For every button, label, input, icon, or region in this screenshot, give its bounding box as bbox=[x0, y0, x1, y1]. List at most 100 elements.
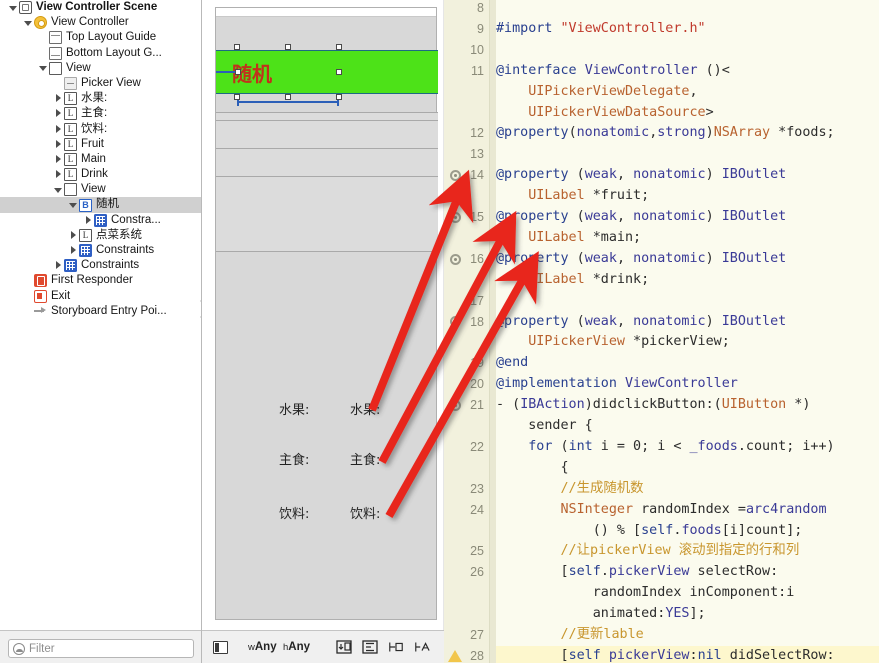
canvas-label-main-title[interactable]: 主食: bbox=[279, 449, 309, 468]
resolve-issues-icon[interactable] bbox=[414, 640, 430, 654]
code-line[interactable]: 19 @end bbox=[444, 353, 879, 374]
code-line[interactable]: UIPickerViewDelegate, bbox=[444, 82, 879, 103]
chevron-down-icon[interactable] bbox=[53, 184, 64, 195]
status-bar-strip bbox=[216, 8, 436, 17]
embed-in-icon[interactable] bbox=[336, 640, 352, 654]
outline-row[interactable]: L 点菜系统 bbox=[0, 228, 201, 243]
outline-row[interactable]: Constra... bbox=[0, 213, 201, 228]
code-token: , bbox=[616, 250, 634, 266]
stack-align-icon[interactable] bbox=[362, 640, 378, 654]
outline-row[interactable]: L Fruit bbox=[0, 137, 201, 152]
code-line[interactable]: () % [self.foods[i]count]; bbox=[444, 521, 879, 542]
code-text: //更新lable bbox=[496, 625, 879, 646]
chevron-down-icon[interactable] bbox=[23, 17, 34, 28]
code-line[interactable]: UIPickerView *pickerView; bbox=[444, 332, 879, 353]
code-line[interactable]: 11 @interface ViewController ()< bbox=[444, 61, 879, 82]
outline-row[interactable]: Picker View bbox=[0, 76, 201, 91]
code-line[interactable]: UIPickerViewDataSource> bbox=[444, 103, 879, 124]
outline-row[interactable]: B 随机 bbox=[0, 197, 201, 213]
code-line[interactable]: 24 NSInteger randomIndex =arc4random bbox=[444, 500, 879, 521]
interface-builder-canvas[interactable]: 随机 水果: 水果: 主食: 主食: 饮料: 饮料: wAny hAny bbox=[202, 0, 444, 663]
selection-handle[interactable] bbox=[234, 44, 240, 50]
picker-view[interactable] bbox=[216, 112, 438, 252]
outline-row[interactable]: Constraints bbox=[0, 243, 201, 258]
code-line[interactable]: 28 [self pickerView:nil didSelectRow: bbox=[444, 646, 879, 663]
chevron-right-icon[interactable] bbox=[68, 230, 79, 241]
canvas-label-fruit-value[interactable]: 水果: bbox=[350, 399, 380, 418]
code-line[interactable]: 20 @implementation ViewController bbox=[444, 374, 879, 395]
chevron-right-icon[interactable] bbox=[53, 139, 64, 150]
chevron-right-icon[interactable] bbox=[53, 93, 64, 104]
code-line[interactable]: 27 //更新lable bbox=[444, 625, 879, 646]
code-line[interactable]: 16 @property (weak, nonatomic) IBOutlet bbox=[444, 249, 879, 270]
canvas-label-drink-title[interactable]: 饮料: bbox=[279, 503, 309, 522]
chevron-down-icon[interactable] bbox=[8, 2, 19, 13]
filter-input[interactable]: Filter bbox=[8, 639, 194, 658]
outline-row[interactable]: View bbox=[0, 61, 201, 76]
selection-handle[interactable] bbox=[234, 94, 240, 100]
chevron-right-icon[interactable] bbox=[53, 169, 64, 180]
code-line[interactable]: UILabel *drink; bbox=[444, 270, 879, 291]
code-line[interactable]: sender { bbox=[444, 416, 879, 437]
outline-row[interactable]: View Controller bbox=[0, 15, 201, 30]
outline-tree[interactable]: View Controller Scene View Controller Top … bbox=[0, 0, 201, 630]
random-button[interactable]: 随机 bbox=[216, 50, 438, 94]
outline-row[interactable]: Constraints bbox=[0, 258, 201, 273]
outline-row[interactable]: L Drink bbox=[0, 167, 201, 182]
outline-row[interactable]: Storyboard Entry Poi... bbox=[0, 304, 201, 319]
outline-row[interactable]: L 水果: bbox=[0, 91, 201, 106]
size-class-indicator[interactable]: wAny hAny bbox=[248, 641, 310, 653]
pin-icon[interactable] bbox=[388, 640, 404, 654]
outline-row[interactable]: View Controller Scene bbox=[0, 0, 201, 15]
outline-row[interactable]: Exit bbox=[0, 289, 201, 304]
code-line[interactable]: 25 //让pickerView 滚动到指定的行和列 bbox=[444, 541, 879, 562]
code-line[interactable]: 18 @property (weak, nonatomic) IBOutlet bbox=[444, 312, 879, 333]
outline-row[interactable]: L 饮料: bbox=[0, 122, 201, 137]
chevron-right-icon[interactable] bbox=[53, 260, 64, 271]
code-editor[interactable]: 8 9 #import "ViewController.h" 10 11 @interfa… bbox=[444, 0, 879, 663]
code-line[interactable]: 8 bbox=[444, 0, 879, 19]
code-line[interactable]: UILabel *main; bbox=[444, 228, 879, 249]
code-line[interactable]: randomIndex inComponent:i bbox=[444, 583, 879, 604]
chevron-right-icon[interactable] bbox=[68, 245, 79, 256]
code-line[interactable]: UILabel *fruit; bbox=[444, 186, 879, 207]
code-line[interactable]: 26 [self.pickerView selectRow: bbox=[444, 562, 879, 583]
view-as-device-icon[interactable] bbox=[213, 640, 228, 654]
canvas-label-drink-value[interactable]: 饮料: bbox=[350, 503, 380, 522]
code-line[interactable]: 14 @property (weak, nonatomic) IBOutlet bbox=[444, 165, 879, 186]
outline-row[interactable]: First Responder bbox=[0, 273, 201, 288]
outline-row[interactable]: Top Layout Guide bbox=[0, 30, 201, 45]
selection-handle[interactable] bbox=[336, 94, 342, 100]
code-line[interactable]: animated:YES]; bbox=[444, 604, 879, 625]
selection-handle[interactable] bbox=[285, 94, 291, 100]
code-line[interactable]: 9 #import "ViewController.h" bbox=[444, 19, 879, 40]
outline-row[interactable]: View bbox=[0, 182, 201, 197]
selection-handle[interactable] bbox=[336, 44, 342, 50]
canvas-label-fruit-title[interactable]: 水果: bbox=[279, 399, 309, 418]
code-line[interactable]: 21 - (IBAction)didclickButton:(UIButton *… bbox=[444, 395, 879, 416]
code-line[interactable]: 12 @property(nonatomic,strong)NSArray *fo… bbox=[444, 123, 879, 144]
selection-handle[interactable] bbox=[336, 69, 342, 75]
chevron-right-icon[interactable] bbox=[53, 154, 64, 165]
code-line[interactable]: 15 @property (weak, nonatomic) IBOutlet bbox=[444, 207, 879, 228]
code-line[interactable]: 17 bbox=[444, 291, 879, 312]
code-line[interactable]: 23 //生成随机数 bbox=[444, 479, 879, 500]
filter-placeholder: Filter bbox=[29, 642, 55, 655]
line-number: 25 bbox=[470, 544, 484, 559]
canvas-label-main-value[interactable]: 主食: bbox=[350, 449, 380, 468]
chevron-right-icon[interactable] bbox=[53, 124, 64, 135]
chevron-right-icon[interactable] bbox=[83, 215, 94, 226]
code-token: IBOutlet bbox=[721, 167, 787, 183]
outline-row[interactable]: L Main bbox=[0, 152, 201, 167]
code-line[interactable]: { bbox=[444, 458, 879, 479]
outline-row[interactable]: Bottom Layout G... bbox=[0, 46, 201, 61]
outline-row[interactable]: L 主食: bbox=[0, 106, 201, 121]
code-line[interactable]: 10 bbox=[444, 40, 879, 61]
selection-handle[interactable] bbox=[235, 69, 241, 75]
chevron-down-icon[interactable] bbox=[68, 200, 79, 211]
chevron-down-icon[interactable] bbox=[38, 63, 49, 74]
code-line[interactable]: 13 bbox=[444, 144, 879, 165]
chevron-right-icon[interactable] bbox=[53, 108, 64, 119]
selection-handle[interactable] bbox=[285, 44, 291, 50]
code-line[interactable]: 22 for (int i = 0; i < _foods.count; i++… bbox=[444, 437, 879, 458]
